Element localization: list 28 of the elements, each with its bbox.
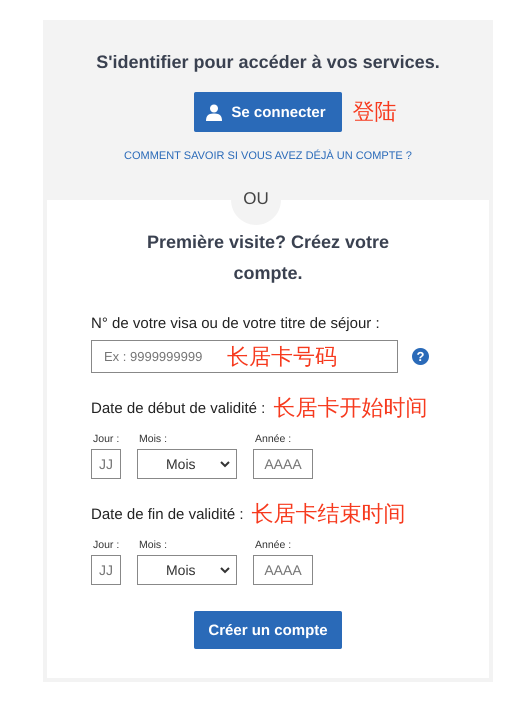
part-label: Année : <box>254 433 292 445</box>
create-account-button[interactable]: Créer un compte <box>194 611 342 649</box>
annotation: 长居卡号码 <box>227 344 337 372</box>
signup-title: Première visite? Créez votre compte. <box>146 231 390 285</box>
field-label: Date de fin de validité : <box>91 506 244 522</box>
annotation: 长居卡结束时间 <box>252 501 406 529</box>
login-title: S'identifier pour accéder à vos services. <box>96 52 440 73</box>
part-label: Jour : <box>92 433 120 445</box>
part-label: Mois : <box>138 539 168 551</box>
part-label: Jour : <box>92 539 120 551</box>
help-icon[interactable]: ? <box>412 348 429 365</box>
month-select[interactable]: Mois <box>137 555 237 585</box>
day-field[interactable]: JJ <box>91 449 121 479</box>
day-field[interactable]: JJ <box>91 555 121 585</box>
part-label: Année : <box>254 539 292 551</box>
year-field[interactable]: AAAA <box>253 555 313 585</box>
field-label: Date de début de validité : <box>91 400 266 416</box>
year-field[interactable]: AAAA <box>253 449 313 479</box>
help-link[interactable]: COMMENT SAVOIR SI VOUS AVEZ DÉJÀ UN COMPTE ? <box>124 150 412 162</box>
field-label: N° de votre visa ou de votre titre de séjour : <box>91 315 381 332</box>
part-label: Mois : <box>138 433 168 445</box>
month-select[interactable]: Mois <box>137 449 237 479</box>
user-icon <box>206 104 222 120</box>
chevron-icon <box>220 460 230 468</box>
annotation: 长居卡开始时间 <box>273 395 428 423</box>
login-button[interactable]: Se connecter <box>194 92 342 132</box>
chevron-icon <box>220 566 230 574</box>
annotation: 登陆 <box>352 99 396 127</box>
